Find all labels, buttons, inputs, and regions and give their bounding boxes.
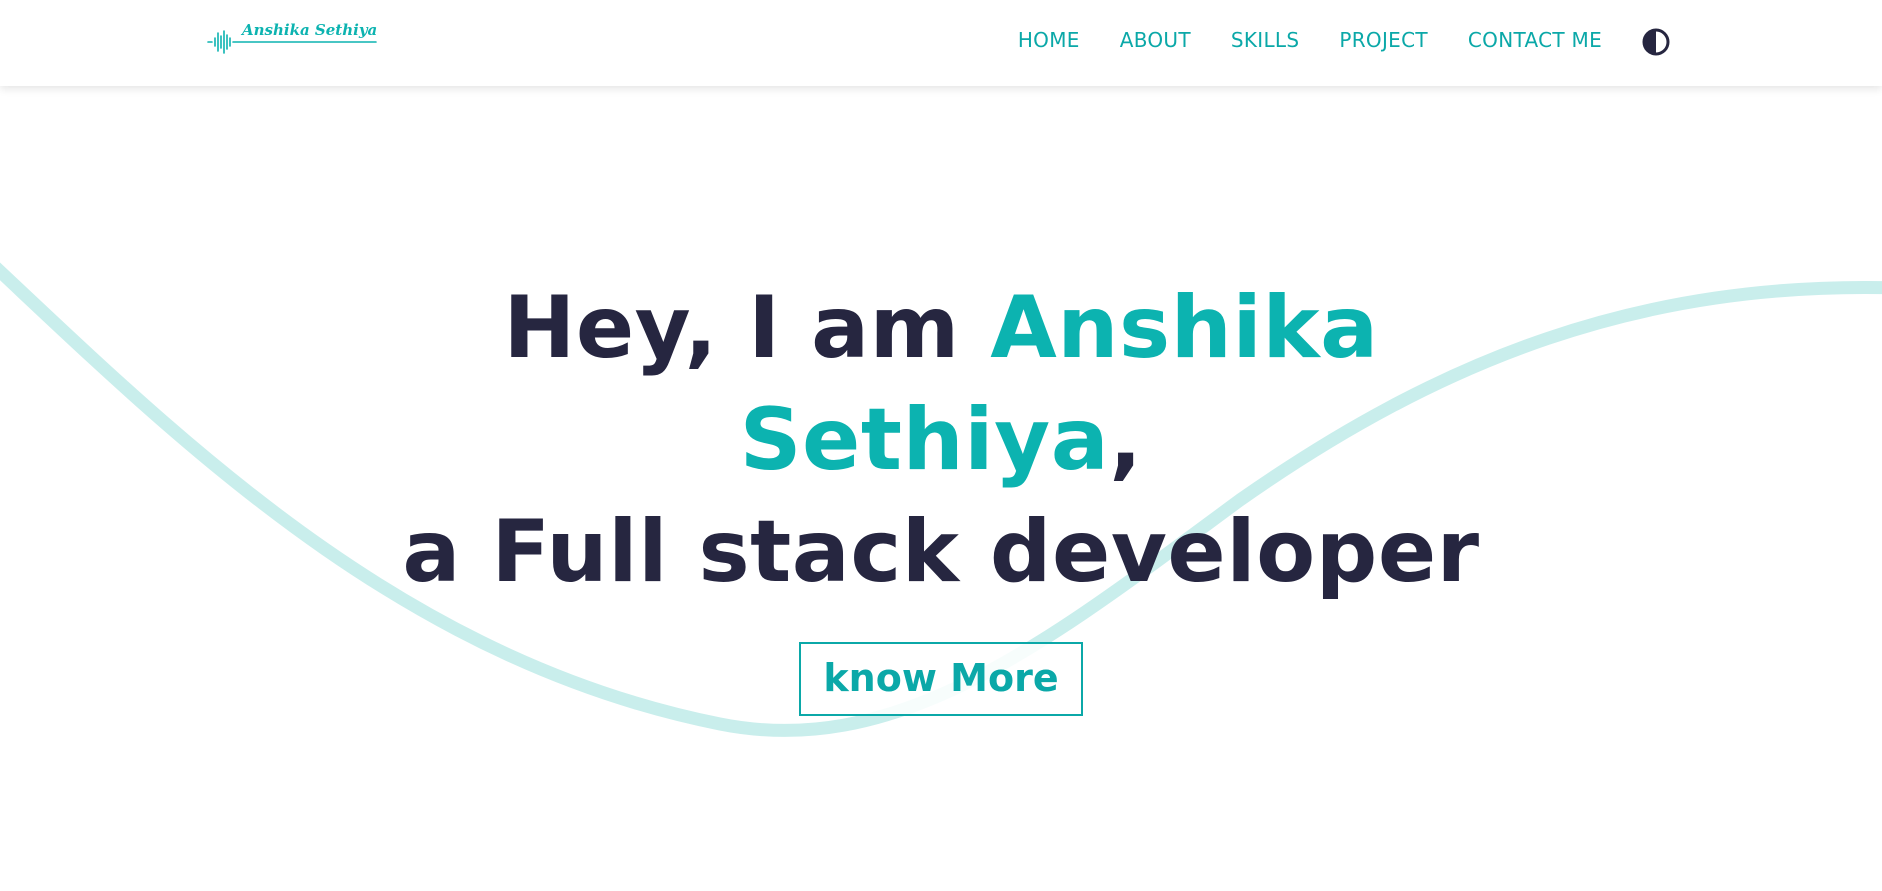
hero-role: a Full stack developer: [402, 502, 1480, 602]
hero-comma: ,: [1109, 390, 1143, 490]
navbar: Anshika Sethiya HOME ABOUT SKILLS PROJEC…: [0, 0, 1882, 86]
hero-line-2: Sethiya,: [0, 384, 1882, 496]
hero-greeting: Hey, I am: [503, 278, 991, 378]
page: Anshika Sethiya HOME ABOUT SKILLS PROJEC…: [0, 0, 1882, 891]
contrast-icon[interactable]: [1641, 27, 1671, 57]
logo[interactable]: Anshika Sethiya: [206, 18, 382, 56]
nav-skills[interactable]: SKILLS: [1231, 28, 1300, 52]
nav-about[interactable]: ABOUT: [1120, 28, 1191, 52]
hero-heading: Hey, I am Anshika Sethiya, a Full stack …: [0, 272, 1882, 608]
nav-home[interactable]: HOME: [1018, 28, 1080, 52]
nav-contact-me[interactable]: CONTACT ME: [1468, 28, 1602, 52]
nav-menu: HOME ABOUT SKILLS PROJECT CONTACT ME: [1018, 0, 1602, 80]
nav-project[interactable]: PROJECT: [1339, 28, 1428, 52]
logo-text: Anshika Sethiya: [240, 21, 377, 39]
hero-line-1: Hey, I am Anshika: [0, 272, 1882, 384]
hero-first-name: Anshika: [990, 278, 1379, 378]
hero-last-name: Sethiya: [739, 390, 1110, 490]
cta-container: know More: [0, 642, 1882, 716]
know-more-button[interactable]: know More: [799, 642, 1083, 716]
